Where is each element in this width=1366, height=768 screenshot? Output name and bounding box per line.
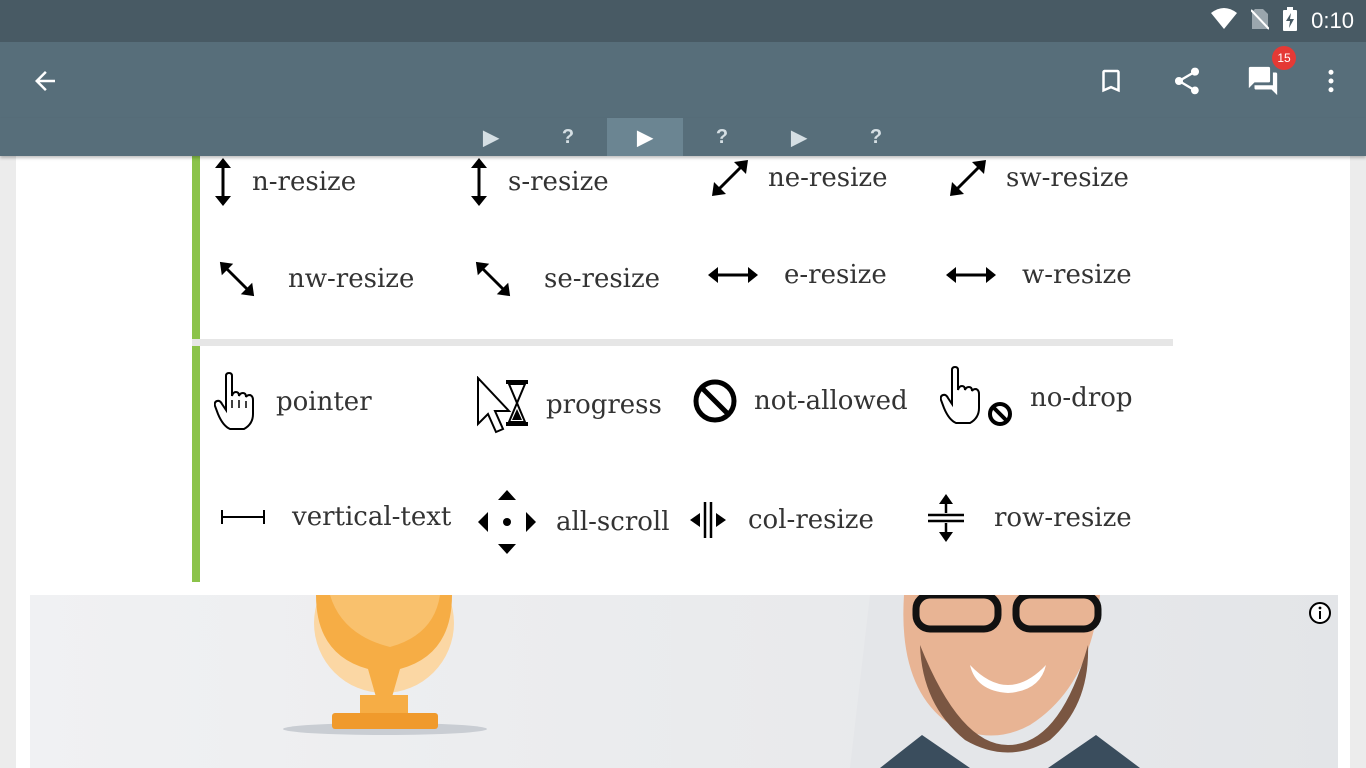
sw-resize-icon [948, 158, 988, 198]
cursor-col-resize: col-resize [688, 500, 874, 540]
comments-icon [1248, 66, 1278, 96]
tab-1[interactable]: ▶ [453, 118, 529, 156]
comments-badge: 15 [1272, 46, 1296, 70]
all-scroll-icon [478, 490, 536, 554]
vertical-text-icon [220, 506, 266, 528]
tab-3[interactable]: ▶ [607, 118, 683, 156]
bookmark-icon [1102, 69, 1120, 93]
no-sim-icon [1250, 8, 1270, 34]
not-allowed-icon [692, 378, 738, 424]
cursor-pointer: pointer [214, 372, 372, 432]
no-drop-hand-icon [940, 366, 1016, 430]
progress-cursor-icon [476, 376, 532, 434]
w-resize-icon [946, 264, 996, 286]
cursor-n-resize: n-resize [212, 158, 356, 206]
wifi-icon [1211, 8, 1238, 34]
s-resize-icon [468, 158, 490, 206]
article-content: n-resize s-resize ne-resize sw-resize nw… [16, 156, 1350, 768]
cursor-progress: progress [476, 376, 662, 434]
cursor-ne-resize: ne-resize [710, 158, 887, 198]
advertisement-banner[interactable] [30, 595, 1338, 768]
tab-strip: ▶ ? ▶ ? ▶ ? [0, 118, 1366, 156]
cursor-no-drop: no-drop [940, 366, 1133, 430]
panel-divider [192, 339, 1173, 346]
more-vert-icon [1328, 69, 1334, 93]
cursor-se-resize: se-resize [474, 260, 660, 298]
arrow-left-icon [35, 71, 55, 91]
cursor-sw-resize: sw-resize [948, 158, 1129, 198]
n-resize-icon [212, 158, 234, 206]
e-resize-icon [708, 264, 758, 286]
cursor-w-resize: w-resize [946, 260, 1132, 290]
app-bar: 15 [0, 42, 1366, 118]
more-options-button[interactable] [1310, 60, 1352, 102]
tab-6[interactable]: ? [838, 118, 914, 156]
cursor-nw-resize: nw-resize [218, 260, 414, 298]
cursor-not-allowed: not-allowed [692, 378, 908, 424]
cursor-s-resize: s-resize [468, 158, 609, 206]
bookmark-button[interactable] [1090, 60, 1132, 102]
nw-resize-icon [218, 260, 256, 298]
cursor-row-resize: row-resize [926, 492, 1132, 544]
cursor-e-resize: e-resize [708, 260, 887, 290]
row-resize-icon [926, 492, 966, 544]
share-button[interactable] [1166, 60, 1208, 102]
ne-resize-icon [710, 158, 750, 198]
battery-charging-icon [1283, 7, 1298, 35]
cursor-all-scroll: all-scroll [478, 490, 670, 554]
col-resize-icon [688, 500, 728, 540]
tab-4[interactable]: ? [684, 118, 760, 156]
comments-button[interactable]: 15 [1242, 46, 1296, 102]
se-resize-icon [474, 260, 512, 298]
status-time: 0:10 [1311, 8, 1354, 33]
tab-2[interactable]: ? [530, 118, 606, 156]
back-button[interactable] [24, 60, 66, 102]
cursor-vertical-text: vertical-text [220, 502, 451, 532]
info-icon[interactable] [1308, 601, 1332, 629]
status-bar: 0:10 [0, 0, 1366, 42]
ad-artwork [283, 595, 1140, 768]
hand-pointer-icon [214, 372, 256, 432]
tab-5[interactable]: ▶ [761, 118, 837, 156]
share-icon [1175, 67, 1199, 95]
